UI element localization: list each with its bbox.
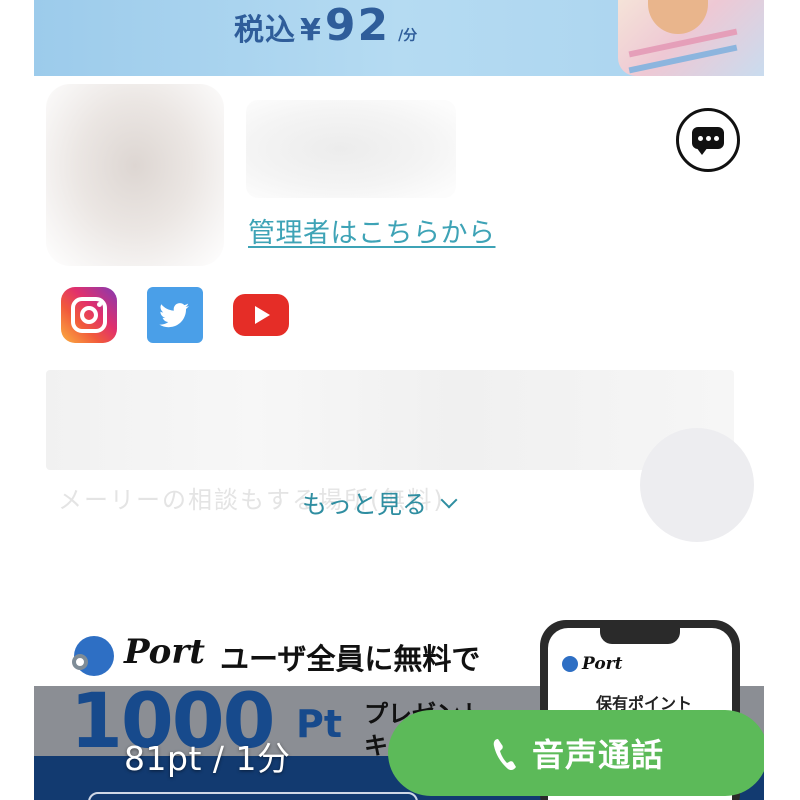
phone-icon <box>492 736 516 771</box>
call-rate: 81pt / 1分 <box>124 739 291 778</box>
voice-call-label: 音声通話 <box>531 736 664 774</box>
instagram-icon[interactable] <box>61 287 117 343</box>
description-blurred <box>46 370 734 470</box>
twitter-icon[interactable] <box>147 287 203 343</box>
banner-model-image <box>618 0 764 76</box>
profile-name-blurred <box>246 100 456 198</box>
price-unit: /分 <box>398 28 418 44</box>
voice-call-button[interactable]: 音声通話 <box>388 710 764 796</box>
play-icon <box>255 306 270 324</box>
floating-scroll-button[interactable] <box>640 428 754 542</box>
port-mini-logo-icon <box>562 656 578 672</box>
chevron-down-icon <box>440 491 458 509</box>
currency-symbol: ¥ <box>300 13 321 48</box>
port-brand: Port <box>124 632 205 672</box>
chat-button[interactable] <box>676 108 740 172</box>
port-tagline: ユーザ全員に無料で <box>220 642 481 676</box>
price-display: 税込 ¥ 92 /分 <box>234 0 418 51</box>
see-more-button[interactable]: もっと見る <box>302 485 458 521</box>
price-amount: 92 <box>324 0 391 51</box>
profile-page: 税込 ¥ 92 /分 管理者はこちらから メーリーの相談もする場所(無料) もっ… <box>34 0 764 800</box>
twitter-bird-icon <box>159 303 189 328</box>
see-more-label: もっと見る <box>302 490 428 519</box>
phone-brand: Port <box>582 654 623 674</box>
avatar[interactable] <box>46 84 224 266</box>
youtube-icon[interactable] <box>233 294 289 336</box>
tax-label: 税込 <box>234 13 296 48</box>
price-banner[interactable]: 税込 ¥ 92 /分 <box>34 0 764 76</box>
admin-link[interactable]: 管理者はこちらから <box>248 211 496 250</box>
call-bar: 81pt / 1分 音声通話 <box>34 710 764 800</box>
